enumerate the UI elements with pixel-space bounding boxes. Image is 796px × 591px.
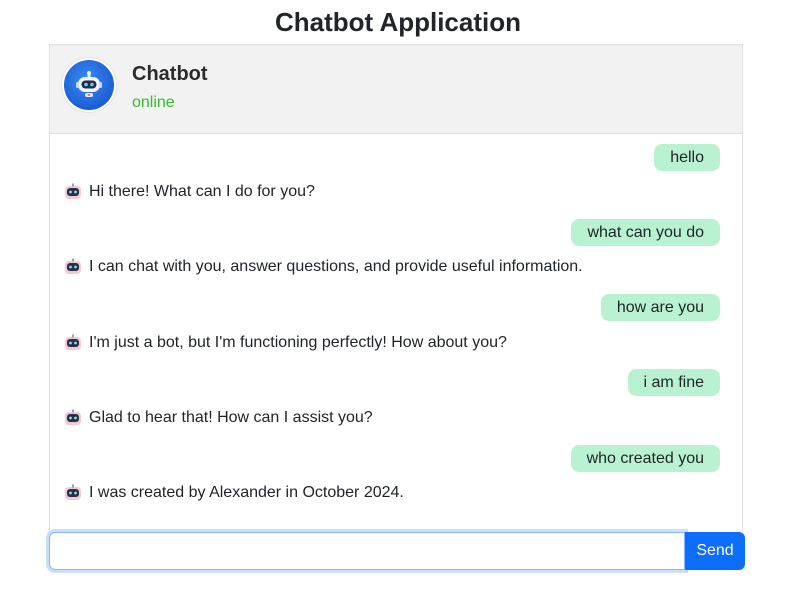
robot-icon bbox=[65, 334, 81, 350]
bot-message-text: I can chat with you, answer questions, a… bbox=[89, 258, 583, 275]
chat-window: Chatbot online hello Hi there! What can … bbox=[49, 44, 743, 530]
user-message: who created you bbox=[570, 445, 720, 472]
message-input[interactable] bbox=[49, 532, 685, 570]
user-message-text: what can you do bbox=[587, 224, 704, 241]
bot-message: I was created by Alexander in October 20… bbox=[64, 483, 404, 503]
robot-icon bbox=[65, 183, 81, 199]
message-composer: Send bbox=[49, 532, 745, 570]
user-message: how are you bbox=[600, 294, 720, 321]
bot-status: online bbox=[132, 94, 175, 111]
user-message: i am fine bbox=[627, 369, 720, 396]
user-message-text: i am fine bbox=[643, 374, 704, 391]
robot-avatar-icon bbox=[64, 60, 114, 110]
bot-message-text: I was created by Alexander in October 20… bbox=[89, 484, 404, 501]
message-list[interactable]: hello Hi there! What can I do for you? w… bbox=[50, 134, 742, 531]
page-title: Chatbot Application bbox=[274, 7, 521, 37]
bot-message-text: Glad to hear that! How can I assist you? bbox=[89, 409, 373, 426]
bot-message: I'm just a bot, but I'm functioning perf… bbox=[64, 333, 507, 353]
avatar bbox=[61, 57, 117, 113]
user-message-text: how are you bbox=[616, 299, 704, 316]
bot-message: Glad to hear that! How can I assist you? bbox=[64, 408, 373, 428]
bot-message-text: I'm just a bot, but I'm functioning perf… bbox=[89, 334, 507, 351]
robot-icon bbox=[65, 409, 81, 425]
bot-name: Chatbot bbox=[132, 63, 208, 85]
user-message-text: hello bbox=[670, 149, 704, 166]
bot-message: Hi there! What can I do for you? bbox=[64, 182, 315, 202]
bot-message: I can chat with you, answer questions, a… bbox=[64, 257, 583, 277]
user-message: hello bbox=[654, 144, 720, 171]
send-button[interactable]: Send bbox=[685, 532, 745, 570]
chat-header: Chatbot online bbox=[50, 45, 742, 134]
bot-message-text: Hi there! What can I do for you? bbox=[89, 183, 315, 200]
user-message: what can you do bbox=[571, 219, 720, 246]
robot-icon bbox=[65, 258, 81, 274]
user-message-text: who created you bbox=[586, 450, 704, 467]
robot-icon bbox=[65, 484, 81, 500]
